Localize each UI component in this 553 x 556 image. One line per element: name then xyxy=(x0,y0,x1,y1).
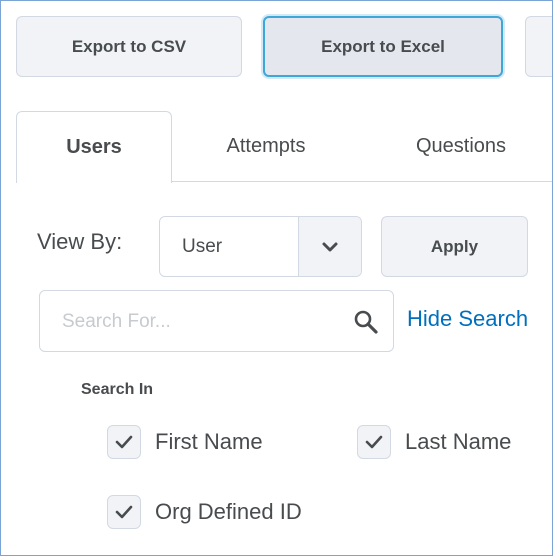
first-name-label: First Name xyxy=(155,429,263,454)
org-defined-id-checkbox[interactable]: Org Defined ID xyxy=(107,495,302,529)
export-to-csv-button[interactable]: Export to CSV xyxy=(16,16,242,77)
view-by-dropdown-toggle[interactable] xyxy=(298,217,361,276)
view-by-select[interactable]: User xyxy=(159,216,362,277)
org-defined-id-checkbox-box[interactable] xyxy=(107,495,141,529)
tab-users[interactable]: Users xyxy=(16,111,172,183)
view-by-label: View By: xyxy=(37,229,123,254)
tab-questions[interactable]: Questions xyxy=(386,111,536,181)
toolbar-overflow-button[interactable] xyxy=(525,16,552,77)
tab-users-label: Users xyxy=(66,136,122,158)
last-name-checkbox-box[interactable] xyxy=(357,425,391,459)
search-icon[interactable] xyxy=(353,309,379,335)
tab-questions-label: Questions xyxy=(415,134,507,157)
export-to-csv-label: Export to CSV xyxy=(71,36,187,56)
search-input[interactable]: Search For... xyxy=(39,290,394,352)
export-to-excel-button[interactable]: Export to Excel xyxy=(263,16,503,77)
last-name-checkbox[interactable]: Last Name xyxy=(357,425,511,459)
check-icon xyxy=(115,435,133,449)
view-by-selected-value: User xyxy=(182,236,223,257)
search-placeholder: Search For... xyxy=(62,311,171,332)
export-to-excel-label: Export to Excel xyxy=(321,36,445,56)
tab-baseline xyxy=(171,181,552,182)
hide-search-link[interactable]: Hide Search xyxy=(407,306,528,332)
org-defined-id-label: Org Defined ID xyxy=(155,499,302,524)
check-icon xyxy=(365,435,383,449)
quiz-statistics-panel: Export to CSV Export to Excel Users Atte… xyxy=(0,0,553,556)
apply-label: Apply xyxy=(430,236,479,256)
check-icon xyxy=(115,505,133,519)
chevron-down-icon xyxy=(322,242,338,251)
search-in-label: Search In xyxy=(81,381,154,398)
tab-attempts-label: Attempts xyxy=(226,134,306,157)
last-name-label: Last Name xyxy=(405,429,512,454)
apply-button[interactable]: Apply xyxy=(381,216,528,277)
tab-attempts[interactable]: Attempts xyxy=(191,111,341,181)
first-name-checkbox[interactable]: First Name xyxy=(107,425,263,459)
first-name-checkbox-box[interactable] xyxy=(107,425,141,459)
